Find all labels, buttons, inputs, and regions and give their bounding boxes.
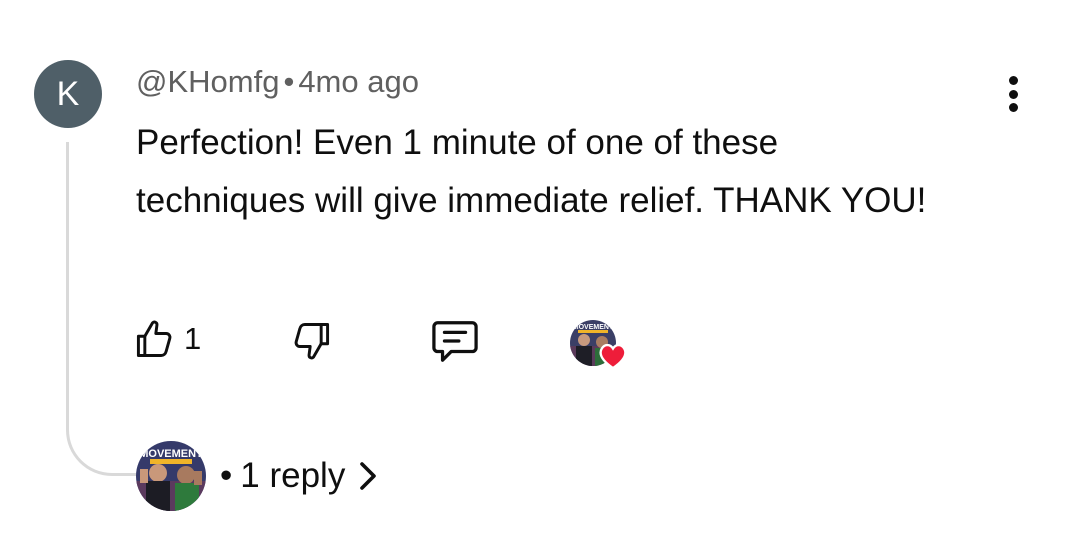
- dislike-button[interactable]: [290, 318, 334, 364]
- comment-text: Perfection! Even 1 minute of one of thes…: [136, 123, 927, 220]
- creator-heart-badge: MOVEMENT: [570, 320, 632, 372]
- creator-logo-text-small: MOVEMENT: [573, 324, 614, 331]
- chevron-right-icon: [360, 462, 377, 490]
- creator-logo-text: MOVEMENT: [139, 448, 203, 460]
- comment-username[interactable]: @KHomfg: [136, 64, 279, 99]
- creator-avatar: MOVEMENT: [136, 441, 206, 511]
- thread-connector-line: [66, 142, 138, 476]
- replies-separator: •: [220, 456, 233, 495]
- avatar-letter: K: [56, 74, 80, 113]
- heart-icon: [599, 343, 627, 370]
- replies-count: 1 reply: [240, 456, 346, 495]
- more-options-icon[interactable]: [996, 70, 1030, 118]
- thumbs-up-icon: [136, 320, 172, 357]
- like-count: 1: [184, 321, 202, 356]
- replies-count-label[interactable]: • 1 reply: [220, 456, 377, 496]
- comment-age: 4mo ago: [298, 64, 419, 99]
- meta-separator: •: [283, 64, 295, 99]
- replies-toggle[interactable]: MOVEMENT • 1 reply: [136, 440, 377, 512]
- comment-meta: @KHomfg • 4mo ago: [136, 64, 419, 100]
- thumbs-down-icon: [294, 323, 330, 360]
- comment-icon: [432, 321, 478, 362]
- like-button[interactable]: 1: [132, 316, 201, 362]
- commenter-avatar[interactable]: K: [34, 60, 102, 128]
- reply-button[interactable]: [430, 318, 480, 364]
